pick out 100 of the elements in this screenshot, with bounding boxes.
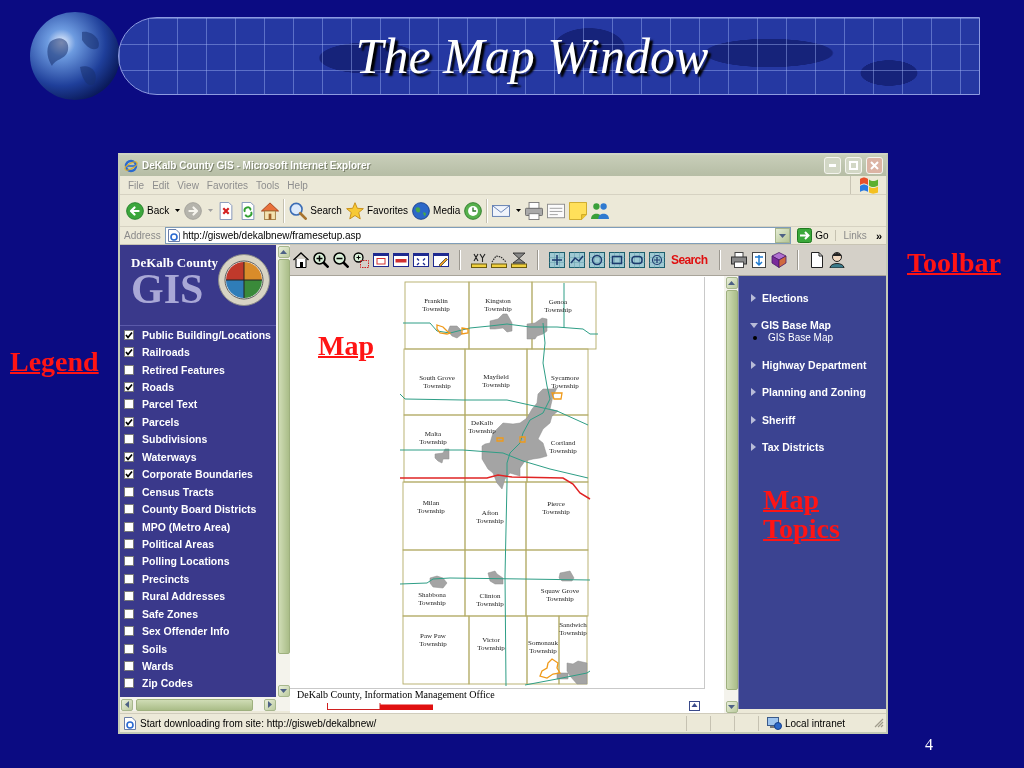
media-button[interactable]: Media: [410, 197, 463, 224]
crosshair-ruler-icon[interactable]: [471, 252, 487, 268]
search-icon: [289, 201, 308, 220]
checkbox[interactable]: [124, 661, 134, 672]
subtopic-link[interactable]: GIS Base Map: [768, 332, 834, 344]
scroll-thumb[interactable]: [277, 259, 290, 654]
checkbox[interactable]: [124, 347, 134, 358]
close-icon: [870, 161, 879, 170]
scroll-thumb[interactable]: [136, 698, 253, 711]
caret-down-icon[interactable]: [750, 322, 758, 328]
checkbox[interactable]: [124, 678, 134, 689]
computer-icon: [767, 716, 782, 730]
measure-icon[interactable]: [491, 252, 507, 268]
checkbox[interactable]: [124, 399, 134, 410]
zone-label: Local intranet: [785, 717, 846, 729]
topic-link[interactable]: Elections: [762, 290, 809, 305]
window-bar-icon[interactable]: [393, 252, 409, 268]
caret-down-icon: [779, 233, 787, 238]
document-icon[interactable]: [809, 252, 826, 268]
hourglass-icon[interactable]: [511, 252, 527, 268]
checkbox[interactable]: [124, 364, 134, 375]
minimize-icon: [829, 164, 836, 167]
checkbox[interactable]: [124, 451, 134, 462]
checkbox[interactable]: [124, 591, 134, 602]
home-icon[interactable]: [293, 252, 309, 268]
topic-link[interactable]: Highway Department: [762, 357, 867, 372]
scroll-down-button[interactable]: [725, 701, 738, 713]
checkbox[interactable]: [124, 538, 134, 549]
book-icon[interactable]: [771, 252, 788, 268]
favorites-button[interactable]: Favorites: [343, 197, 411, 224]
dropdown-button[interactable]: [775, 228, 791, 243]
town-area: [558, 570, 575, 582]
clock-icon: [464, 201, 483, 220]
scroll-up-button[interactable]: [277, 246, 290, 258]
layer-label: Retired Features: [142, 363, 225, 376]
caret-right-icon[interactable]: [751, 388, 756, 396]
checkbox[interactable]: [124, 626, 134, 637]
grid-circle-icon[interactable]: [589, 252, 605, 268]
go-button[interactable]: Go: [795, 228, 831, 243]
scroll-thumb[interactable]: [725, 290, 738, 690]
checkbox[interactable]: [124, 382, 134, 393]
window-arrows-icon[interactable]: [413, 252, 429, 268]
go-arrow-icon: [797, 228, 813, 243]
window-icon[interactable]: [373, 252, 389, 268]
export-icon[interactable]: [751, 252, 768, 268]
checkbox[interactable]: [124, 329, 134, 340]
caret-right-icon[interactable]: [751, 293, 756, 302]
township-boundary: [403, 348, 466, 416]
toolbar-label: Toolbar: [907, 248, 1001, 277]
globe-icon: [30, 12, 120, 100]
layer-label: Soils: [142, 642, 168, 655]
layer-label: MPO (Metro Area): [142, 520, 231, 533]
scroll-down-button[interactable]: [277, 685, 290, 697]
checkbox[interactable]: [124, 573, 134, 584]
stop-icon: [217, 201, 236, 220]
topic-link[interactable]: Sheriff: [762, 412, 796, 427]
caret-right-icon[interactable]: [751, 415, 756, 424]
checkbox[interactable]: [124, 608, 134, 619]
topic-link[interactable]: Planning and Zoning: [762, 385, 866, 399]
window-pen-icon[interactable]: [433, 252, 449, 268]
zoom-in-icon[interactable]: [313, 252, 329, 268]
down-arrow-icon: [728, 705, 735, 709]
zoom-out-icon[interactable]: [333, 252, 349, 268]
scroll-right-button[interactable]: [264, 698, 276, 711]
chevron-button[interactable]: »: [873, 229, 884, 242]
zoom-box-icon[interactable]: [353, 252, 369, 268]
checkbox[interactable]: [124, 434, 134, 445]
search-button[interactable]: Search: [287, 197, 344, 224]
overview-icon[interactable]: [689, 701, 700, 711]
star-icon: [345, 201, 364, 220]
grid-square-icon[interactable]: [609, 252, 625, 268]
grid-line-icon[interactable]: [569, 252, 585, 268]
scroll-left-button[interactable]: [121, 698, 133, 711]
caret-right-icon[interactable]: [751, 360, 756, 369]
topic-link[interactable]: Tax Districts: [762, 440, 825, 454]
checkbox[interactable]: [124, 416, 134, 427]
topic-link[interactable]: GIS Base Map: [761, 318, 832, 332]
checkbox[interactable]: [124, 486, 134, 497]
checkbox[interactable]: [124, 469, 134, 480]
grid-rounded-icon[interactable]: [629, 252, 645, 268]
refresh-icon: [239, 201, 258, 220]
document-icon: [547, 201, 566, 220]
address-field[interactable]: http://gisweb/dekalbnew/framesetup.asp: [164, 227, 792, 244]
globe-icon: [412, 201, 431, 220]
grid-plus-icon[interactable]: [649, 252, 665, 268]
grid-cross-icon[interactable]: [549, 252, 565, 268]
town-area: [429, 575, 448, 589]
checkbox[interactable]: [124, 556, 134, 567]
caret-icon: [175, 209, 181, 212]
back-button[interactable]: Back: [124, 197, 183, 224]
caret-right-icon[interactable]: [751, 443, 756, 451]
checkbox[interactable]: [124, 643, 134, 654]
checkbox[interactable]: [124, 504, 134, 515]
printer-icon[interactable]: [731, 252, 748, 268]
layer-label: Rural Addresses: [142, 590, 226, 603]
layer-label: Safe Zones: [142, 607, 199, 620]
checkbox[interactable]: [124, 521, 134, 532]
scroll-up-button[interactable]: [725, 277, 738, 289]
layer-label: Political Areas: [142, 537, 214, 550]
person-icon[interactable]: [829, 252, 846, 268]
